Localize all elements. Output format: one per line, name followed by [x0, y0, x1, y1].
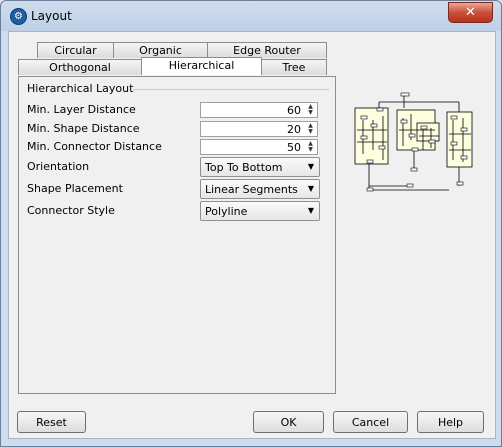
close-button[interactable]: ✕	[448, 2, 493, 23]
tab-organic[interactable]: Organic	[113, 42, 208, 58]
spinner-arrows-icon[interactable]: ▲ ▼	[305, 141, 316, 153]
orientation-label: Orientation	[27, 160, 90, 173]
chevron-down-icon: ▼	[307, 184, 314, 193]
shape-placement-label: Shape Placement	[27, 182, 123, 195]
min-connector-distance-label: Min. Connector Distance	[27, 140, 162, 153]
min-shape-distance-value: 20	[287, 123, 301, 136]
spinner-arrows-icon[interactable]: ▲ ▼	[305, 123, 316, 135]
connector-style-label: Connector Style	[27, 204, 115, 217]
layout-dialog: ⚙ Layout ✕ Circular Organic Edge Router …	[0, 0, 502, 447]
orientation-select[interactable]: Top To Bottom ▼	[200, 157, 320, 177]
tab-orthogonal[interactable]: Orthogonal	[18, 59, 142, 75]
spinner-arrows-icon[interactable]: ▲ ▼	[305, 104, 316, 116]
min-layer-distance-label: Min. Layer Distance	[27, 103, 136, 116]
connector-style-value: Polyline	[205, 205, 248, 218]
orientation-value: Top To Bottom	[205, 161, 283, 174]
shape-placement-value: Linear Segments	[205, 183, 298, 196]
tab-circular[interactable]: Circular	[37, 42, 114, 58]
connector-style-select[interactable]: Polyline ▼	[200, 201, 320, 221]
tab-edge-router[interactable]: Edge Router	[207, 42, 327, 58]
min-connector-distance-value: 50	[287, 141, 301, 154]
window-title: Layout	[31, 9, 72, 23]
cancel-button[interactable]: Cancel	[333, 411, 408, 433]
min-layer-distance-value: 60	[287, 104, 301, 117]
layout-app-icon: ⚙	[10, 8, 27, 25]
min-connector-distance-spinner[interactable]: 50 ▲ ▼	[200, 139, 318, 155]
min-layer-distance-spinner[interactable]: 60 ▲ ▼	[200, 102, 318, 118]
tab-hierarchical[interactable]: Hierarchical	[141, 57, 262, 75]
group-divider	[133, 89, 329, 90]
chevron-down-icon: ▼	[307, 206, 314, 215]
title-bar[interactable]: ⚙ Layout ✕	[1, 1, 501, 31]
reset-button[interactable]: Reset	[17, 411, 86, 433]
shape-placement-select[interactable]: Linear Segments ▼	[200, 179, 320, 199]
min-shape-distance-label: Min. Shape Distance	[27, 122, 140, 135]
layout-preview-diagram	[354, 92, 473, 192]
dialog-client: Circular Organic Edge Router Orthogonal …	[8, 31, 496, 439]
help-button[interactable]: Help	[417, 411, 484, 433]
chevron-down-icon: ▼	[307, 162, 314, 171]
group-title: Hierarchical Layout	[27, 82, 134, 95]
ok-button[interactable]: OK	[253, 411, 324, 433]
tab-tree[interactable]: Tree	[261, 59, 327, 75]
min-shape-distance-spinner[interactable]: 20 ▲ ▼	[200, 121, 318, 137]
